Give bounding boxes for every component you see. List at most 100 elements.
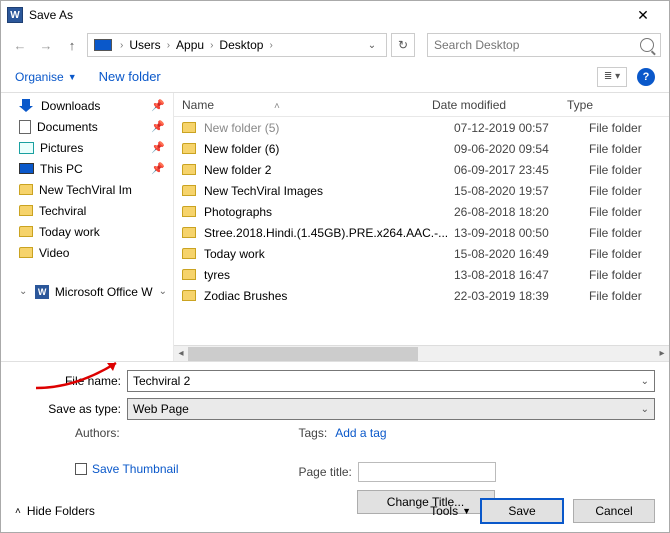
filename-value: Techviral 2 [133, 374, 190, 388]
folder-icon [182, 122, 196, 133]
savetype-dropdown[interactable]: Web Page ⌄ [127, 398, 655, 420]
filename-label: File name: [15, 374, 127, 388]
search-input[interactable] [434, 38, 640, 52]
chevron-right-icon[interactable]: › [267, 40, 274, 51]
file-row[interactable]: Zodiac Brushes22-03-2019 18:39File folde… [174, 285, 669, 306]
file-row[interactable]: tyres13-08-2018 16:47File folder [174, 264, 669, 285]
scroll-right-icon[interactable]: ▸ [655, 347, 669, 361]
add-tag-link[interactable]: Add a tag [335, 426, 386, 440]
tree-label: Downloads [41, 99, 100, 113]
tree-label: Documents [37, 120, 98, 134]
tree-item-documents[interactable]: Documents 📌 [1, 116, 173, 137]
chevron-down-icon[interactable]: ⌄ [641, 376, 649, 387]
nav-tree: Downloads 📌 Documents 📌 Pictures 📌 This … [1, 93, 173, 361]
search-icon [640, 38, 654, 52]
chevron-down-icon: ▼ [68, 72, 77, 82]
column-type[interactable]: Type [567, 98, 669, 112]
tree-item[interactable]: Video [1, 242, 173, 263]
breadcrumb[interactable]: Desktop [219, 38, 263, 52]
authors-label[interactable]: Authors: [75, 426, 179, 440]
chevron-right-icon[interactable]: › [165, 40, 172, 51]
file-type: File folder [589, 226, 669, 240]
save-button[interactable]: Save [481, 499, 563, 523]
file-type: File folder [589, 205, 669, 219]
chevron-down-icon[interactable]: ⌄ [641, 404, 649, 415]
cancel-button[interactable]: Cancel [573, 499, 655, 523]
tree-item[interactable]: Techviral [1, 200, 173, 221]
page-title-input[interactable] [358, 462, 496, 482]
refresh-button[interactable]: ↻ [391, 33, 415, 57]
file-type: File folder [589, 184, 669, 198]
folder-icon [182, 290, 196, 301]
breadcrumb[interactable]: Users [129, 38, 160, 52]
chevron-right-icon[interactable]: › [208, 40, 215, 51]
file-date: 09-06-2020 09:54 [454, 142, 589, 156]
horizontal-scrollbar[interactable]: ◂ ▸ [174, 345, 669, 361]
file-date: 15-08-2020 16:49 [454, 247, 589, 261]
scroll-thumb[interactable] [188, 347, 418, 361]
tree-label: New TechViral Im [39, 183, 132, 197]
organise-label: Organise [15, 70, 64, 84]
file-row[interactable]: Stree.2018.Hindi.(1.45GB).PRE.x264.AAC.-… [174, 222, 669, 243]
chevron-down-icon[interactable]: ⌄ [19, 286, 29, 297]
tree-label: Pictures [40, 141, 83, 155]
chevron-down-icon[interactable]: ⌄ [159, 286, 173, 297]
file-name: Photographs [204, 205, 454, 219]
new-folder-button[interactable]: New folder [99, 69, 161, 84]
tree-item[interactable]: New TechViral Im [1, 179, 173, 200]
address-dropdown-icon[interactable]: ⌄ [364, 40, 380, 51]
up-button[interactable]: ↑ [61, 34, 83, 56]
folder-icon [182, 185, 196, 196]
column-date[interactable]: Date modified [432, 98, 567, 112]
address-bar[interactable]: › Users › Appu › Desktop › ⌄ [87, 33, 387, 57]
back-button[interactable]: ← [9, 34, 31, 56]
documents-icon [19, 120, 31, 134]
folder-icon [182, 269, 196, 280]
pin-icon: 📌 [151, 141, 173, 154]
view-options-button[interactable]: ≣ ▾ [597, 67, 627, 87]
chevron-right-icon[interactable]: › [118, 40, 125, 51]
tree-label: Microsoft Office W [55, 285, 153, 299]
file-row[interactable]: New TechViral Images15-08-2020 19:57File… [174, 180, 669, 201]
file-date: 26-08-2018 18:20 [454, 205, 589, 219]
file-type: File folder [589, 247, 669, 261]
tree-item-downloads[interactable]: Downloads 📌 [1, 95, 173, 116]
filename-input[interactable]: Techviral 2 ⌄ [127, 370, 655, 392]
file-type: File folder [589, 268, 669, 282]
pin-icon: 📌 [151, 120, 173, 133]
tree-item-word[interactable]: ⌄ W Microsoft Office W ⌄ [1, 281, 173, 302]
tree-item-thispc[interactable]: This PC 📌 [1, 158, 173, 179]
file-date: 15-08-2020 19:57 [454, 184, 589, 198]
page-title-label: Page title: [299, 465, 352, 479]
help-button[interactable]: ? [637, 68, 655, 86]
file-row[interactable]: Photographs26-08-2018 18:20File folder [174, 201, 669, 222]
close-button[interactable]: ✕ [623, 7, 663, 24]
tree-item[interactable]: Today work [1, 221, 173, 242]
tree-item-pictures[interactable]: Pictures 📌 [1, 137, 173, 158]
organise-button[interactable]: Organise ▼ [15, 70, 77, 84]
file-row[interactable]: New folder 206-09-2017 23:45File folder [174, 159, 669, 180]
file-row[interactable]: Today work15-08-2020 16:49File folder [174, 243, 669, 264]
tools-dropdown[interactable]: Tools ▼ [430, 504, 471, 518]
search-box[interactable] [427, 33, 661, 57]
file-name: Zodiac Brushes [204, 289, 454, 303]
file-date: 13-09-2018 00:50 [454, 226, 589, 240]
breadcrumb[interactable]: Appu [176, 38, 204, 52]
file-name: Today work [204, 247, 454, 261]
hide-folders-button[interactable]: ˄ Hide Folders [15, 504, 95, 518]
tree-label: Techviral [39, 204, 86, 218]
save-thumbnail-checkbox[interactable]: Save Thumbnail [75, 462, 179, 476]
word-app-icon: W [7, 7, 23, 23]
file-row[interactable]: New folder (5)07-12-2019 00:57File folde… [174, 117, 669, 138]
file-date: 07-12-2019 00:57 [454, 121, 589, 135]
window-title: Save As [29, 8, 623, 22]
thispc-icon [19, 163, 34, 174]
file-list: Name˄ Date modified Type New folder (5)0… [173, 93, 669, 361]
pc-icon [94, 39, 112, 51]
scroll-left-icon[interactable]: ◂ [174, 347, 188, 361]
column-name[interactable]: Name˄ [182, 98, 432, 112]
file-row[interactable]: New folder (6)09-06-2020 09:54File folde… [174, 138, 669, 159]
chevron-up-icon: ˄ [15, 506, 21, 517]
sort-asc-icon: ˄ [274, 101, 280, 112]
word-icon: W [35, 285, 48, 299]
